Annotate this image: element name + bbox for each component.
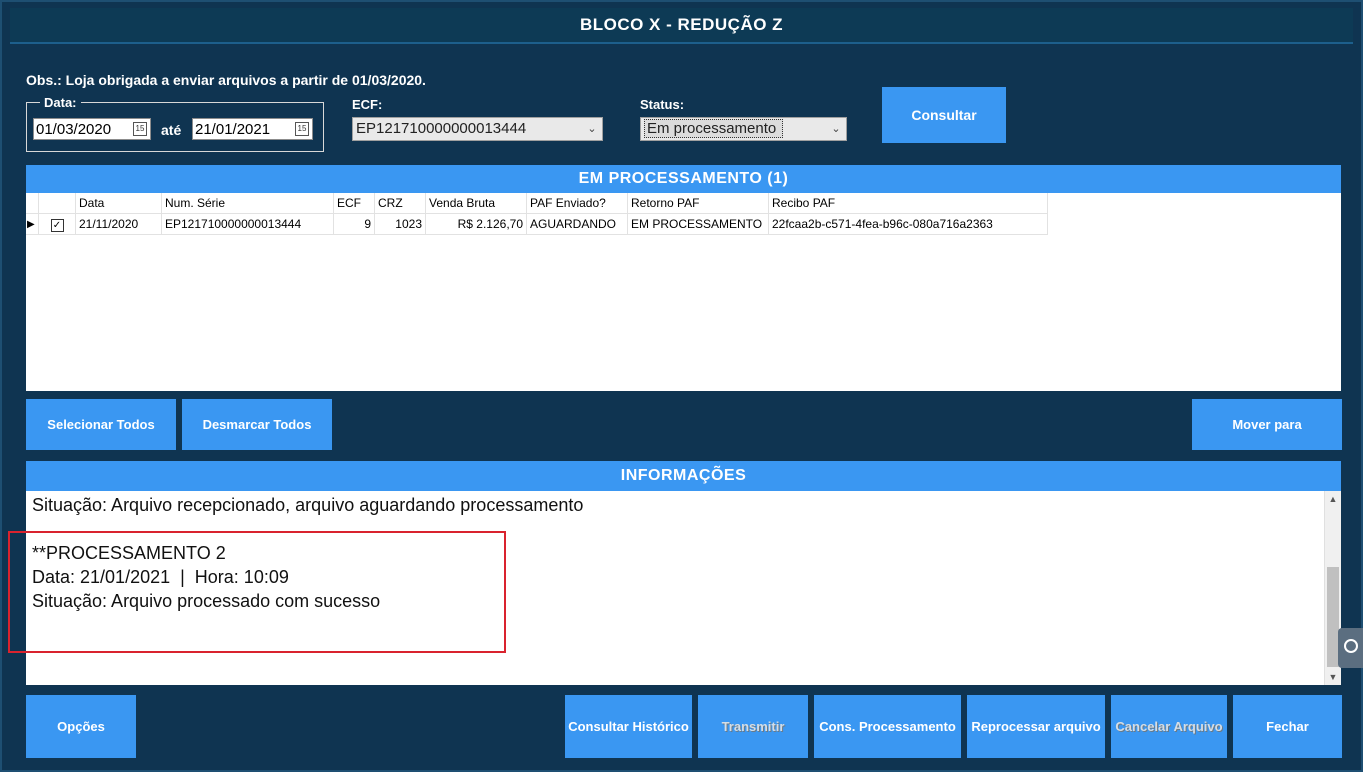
title-text: BLOCO X - REDUÇÃO Z: [579, 15, 784, 34]
column-header[interactable]: Retorno PAF: [627, 193, 769, 214]
transmitir-button[interactable]: Transmitir: [698, 695, 808, 758]
fechar-button[interactable]: Fechar: [1233, 695, 1342, 758]
chevron-down-icon[interactable]: ⌄: [828, 120, 844, 138]
date-to-input[interactable]: 21/01/2021 15: [192, 118, 313, 140]
obs-notice: Obs.: Loja obrigada a enviar arquivos a …: [26, 72, 426, 88]
circle-arrow-icon: [1344, 639, 1358, 653]
chevron-down-icon[interactable]: ⌄: [584, 120, 600, 138]
consultar-button-label: Consultar: [911, 107, 977, 123]
consultar-button[interactable]: Consultar: [882, 87, 1006, 143]
row-pointer-icon: ▶: [26, 213, 39, 235]
cancelar-arquivo-label: Cancelar Arquivo: [1115, 719, 1223, 734]
window-title: BLOCO X - REDUÇÃO Z: [10, 8, 1353, 44]
reprocessar-arquivo-button[interactable]: Reprocessar arquivo: [967, 695, 1105, 758]
row-checkbox-cell[interactable]: ✓: [38, 213, 76, 235]
table-row[interactable]: ▶ ✓ 21/11/2020 EP121710000000013444 9 10…: [26, 213, 1048, 235]
desmarcar-todos-button[interactable]: Desmarcar Todos: [182, 399, 332, 450]
opcoes-label: Opções: [57, 719, 105, 734]
calendar-icon[interactable]: 15: [295, 122, 309, 136]
status-select-value: Em processamento: [644, 119, 784, 138]
records-table: Data Num. Série ECF CRZ Venda Bruta PAF …: [26, 193, 1048, 235]
transmitir-label: Transmitir: [721, 719, 785, 734]
cancelar-arquivo-button[interactable]: Cancelar Arquivo: [1111, 695, 1227, 758]
row-checkbox[interactable]: ✓: [50, 218, 64, 232]
consultar-historico-label: Consultar Histórico: [568, 719, 689, 734]
reprocessar-arquivo-label: Reprocessar arquivo: [971, 719, 1101, 734]
ecf-label: ECF:: [352, 97, 383, 112]
cons-processamento-label: Cons. Processamento: [819, 719, 956, 734]
scroll-down-icon[interactable]: ▼: [1325, 669, 1341, 685]
highlight-annotation: [8, 531, 506, 653]
ecf-select[interactable]: EP121710000000013444 ⌄: [352, 117, 603, 141]
calendar-icon[interactable]: 15: [133, 122, 147, 136]
date-to-value: 21/01/2021: [195, 121, 271, 138]
ate-label: até: [161, 122, 182, 138]
date-from-value: 01/03/2020: [36, 121, 112, 138]
fechar-label: Fechar: [1266, 719, 1309, 734]
date-label: Data:: [40, 95, 81, 110]
cell-ecf: 9: [333, 213, 375, 235]
scroll-up-icon[interactable]: ▲: [1325, 491, 1341, 507]
column-header[interactable]: Data: [75, 193, 162, 214]
ecf-select-value: EP121710000000013444: [356, 120, 527, 137]
column-header[interactable]: Num. Série: [161, 193, 334, 214]
cell-venda-bruta: R$ 2.126,70: [425, 213, 527, 235]
mover-para-button[interactable]: Mover para: [1192, 399, 1342, 450]
date-from-input[interactable]: 01/03/2020 15: [33, 118, 151, 140]
cell-data: 21/11/2020: [75, 213, 162, 235]
cons-processamento-button[interactable]: Cons. Processamento: [814, 695, 961, 758]
grid-header: EM PROCESSAMENTO (1): [26, 165, 1341, 193]
selecionar-todos-label: Selecionar Todos: [47, 417, 155, 432]
cell-num-serie: EP121710000000013444: [161, 213, 334, 235]
cell-crz: 1023: [374, 213, 426, 235]
cell-paf-enviado: AGUARDANDO: [526, 213, 628, 235]
opcoes-button[interactable]: Opções: [26, 695, 136, 758]
status-label: Status:: [640, 97, 685, 112]
column-header[interactable]: ECF: [333, 193, 375, 214]
status-select[interactable]: Em processamento ⌄: [640, 117, 847, 141]
column-header[interactable]: CRZ: [374, 193, 426, 214]
table-header-row: Data Num. Série ECF CRZ Venda Bruta PAF …: [26, 193, 1048, 214]
mover-para-label: Mover para: [1232, 417, 1302, 432]
info-line: Situação: Arquivo recepcionado, arquivo …: [32, 495, 584, 515]
cell-retorno-paf: EM PROCESSAMENTO: [627, 213, 769, 235]
selecionar-todos-button[interactable]: Selecionar Todos: [26, 399, 176, 450]
consultar-historico-button[interactable]: Consultar Histórico: [565, 695, 692, 758]
column-header[interactable]: Venda Bruta: [425, 193, 527, 214]
desmarcar-todos-label: Desmarcar Todos: [202, 417, 312, 432]
cell-recibo-paf: 22fcaa2b-c571-4fea-b96c-080a716a2363: [768, 213, 1048, 235]
side-tab[interactable]: [1338, 628, 1363, 668]
info-header: INFORMAÇÕES: [26, 461, 1341, 491]
records-grid: Data Num. Série ECF CRZ Venda Bruta PAF …: [26, 193, 1341, 391]
column-header[interactable]: Recibo PAF: [768, 193, 1048, 214]
column-header[interactable]: PAF Enviado?: [526, 193, 628, 214]
row-indicator-header: [26, 193, 39, 214]
checkbox-header: [38, 193, 76, 214]
